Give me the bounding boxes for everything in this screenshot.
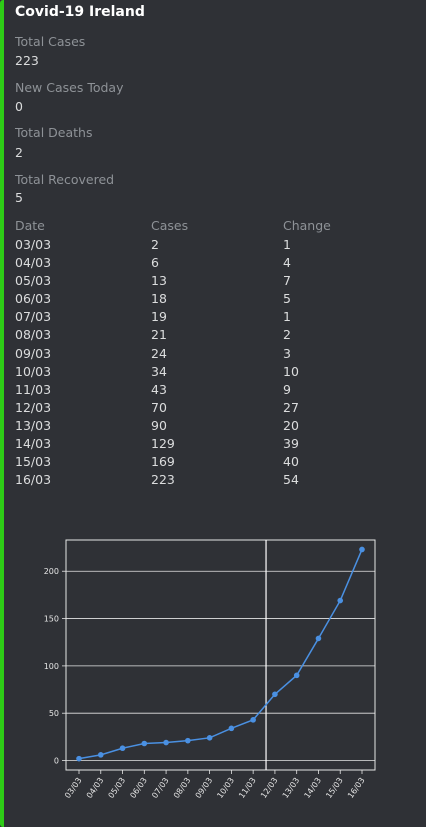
table-cell-date: 09/03 (15, 345, 52, 361)
table-cell-cases: 169 (151, 454, 175, 470)
table-cell-date: 14/03 (15, 436, 52, 452)
data-point (206, 735, 213, 741)
x-tick-label: 08/03 (172, 776, 193, 800)
table-cell-cases: 6 (151, 255, 159, 271)
table-cell-cases: 223 (151, 472, 175, 488)
plot-area (65, 539, 376, 771)
table-cell-cases: 2 (151, 237, 159, 252)
column-header-change: Change (283, 218, 331, 233)
table-cell-cases: 24 (151, 345, 167, 361)
data-point (315, 635, 322, 642)
table-cell-change: 39 (283, 436, 299, 452)
field-name-new-cases-today: New Cases Today (15, 80, 124, 95)
x-tick-label: 16/03 (346, 776, 367, 800)
data-point (359, 546, 365, 553)
field-value-total-cases: 223 (15, 53, 39, 68)
y-tick-label: 150 (44, 615, 59, 624)
data-point (185, 737, 191, 744)
data-point (272, 691, 278, 698)
table-cell-change: 9 (283, 381, 291, 397)
x-tick-label: 13/03 (281, 776, 302, 800)
table-cell-change: 20 (283, 417, 299, 433)
table-cell-date: 05/03 (15, 273, 52, 289)
field-name-total-cases: Total Cases (15, 34, 86, 49)
data-point (293, 672, 300, 679)
table-cell-cases: 34 (151, 363, 167, 379)
table-cell-date: 10/03 (15, 363, 52, 379)
x-tick-label: 10/03 (215, 776, 236, 800)
embed-title: Covid-19 Ireland (15, 4, 145, 20)
field-name-total-recovered: Total Recovered (15, 172, 115, 187)
table-cell-cases: 129 (151, 436, 175, 452)
table-cell-change: 27 (283, 399, 299, 415)
embed-accent-bar (0, 0, 4, 827)
table-cell-cases: 21 (151, 327, 167, 343)
table-cell-change: 7 (283, 273, 291, 289)
table-cell-change: 4 (283, 255, 291, 271)
x-tick-label: 09/03 (194, 776, 215, 800)
data-point (163, 739, 169, 746)
table-cell-cases: 70 (151, 399, 167, 415)
table-cell-change: 1 (283, 309, 291, 325)
field-value-total-recovered: 5 (15, 190, 23, 205)
column-header-date: Date (15, 218, 45, 233)
table-cell-cases: 13 (151, 273, 167, 289)
x-tick-label: 04/03 (85, 776, 106, 800)
column-header-cases: Cases (151, 218, 189, 233)
table-cell-date: 04/03 (15, 255, 52, 271)
x-tick-label: 05/03 (107, 776, 128, 800)
data-point (141, 740, 148, 747)
embed-card: Covid-19 Ireland Total Cases 223 New Cas… (0, 0, 426, 827)
y-tick-label: 200 (44, 567, 59, 576)
table-cell-date: 11/03 (15, 381, 52, 397)
column-values-cases: 2 6 13 18 19 21 24 34 43 70 90 129 169 223 (151, 236, 175, 489)
table-cell-date: 06/03 (15, 291, 52, 307)
table-cell-change: 1 (283, 237, 291, 252)
table-cell-cases: 90 (151, 417, 167, 433)
table-cell-date: 08/03 (15, 327, 52, 343)
table-cell-date: 07/03 (15, 309, 52, 325)
y-tick-label: 0 (54, 757, 59, 766)
table-cell-change: 2 (283, 327, 291, 343)
x-tick-label: 15/03 (324, 776, 345, 800)
table-cell-date: 13/03 (15, 417, 52, 433)
data-point (119, 745, 126, 752)
table-cell-date: 15/03 (15, 454, 52, 470)
table-cell-change: 54 (283, 472, 299, 488)
y-tick-label: 50 (49, 709, 59, 718)
y-tick-label: 100 (44, 662, 59, 671)
table-cell-change: 10 (283, 363, 299, 379)
data-point (250, 717, 256, 723)
data-point (76, 755, 82, 762)
table-cell-change: 5 (283, 291, 291, 307)
x-tick-label: 06/03 (128, 776, 149, 800)
x-tick-label: 07/03 (150, 776, 171, 800)
table-cell-date: 03/03 (15, 237, 52, 252)
table-cell-cases: 19 (151, 309, 167, 325)
x-tick-label: 12/03 (259, 776, 280, 800)
field-value-total-deaths: 2 (15, 145, 23, 160)
data-point (337, 597, 344, 604)
chart-image: 0 50 100 150 200 03/03 04/03 05/03 06/03 07/03 08/… (10, 530, 410, 820)
table-cell-date: 16/03 (15, 472, 52, 488)
data-point (97, 752, 104, 758)
column-values-date: 03/03 04/03 05/03 06/03 07/03 08/03 09/03 10/03… (15, 236, 51, 489)
table-cell-date: 12/03 (15, 399, 52, 415)
table-cell-cases: 43 (151, 381, 167, 397)
data-point (228, 725, 235, 732)
cases-line-chart: 0 50 100 150 200 03/03 04/03 05/03 06/03 07/03 08/… (44, 539, 376, 800)
table-cell-change: 40 (283, 454, 299, 470)
column-values-change: 1 4 7 5 1 2 3 10 9 27 20 39 40 54 (283, 236, 299, 489)
x-tick-label: 03/03 (63, 776, 84, 800)
table-cell-change: 3 (283, 345, 291, 361)
x-tick-label: 11/03 (237, 776, 258, 800)
field-name-total-deaths: Total Deaths (15, 125, 93, 140)
field-value-new-cases-today: 0 (15, 99, 23, 114)
table-cell-cases: 18 (151, 291, 167, 307)
x-tick-label: 14/03 (302, 776, 323, 800)
